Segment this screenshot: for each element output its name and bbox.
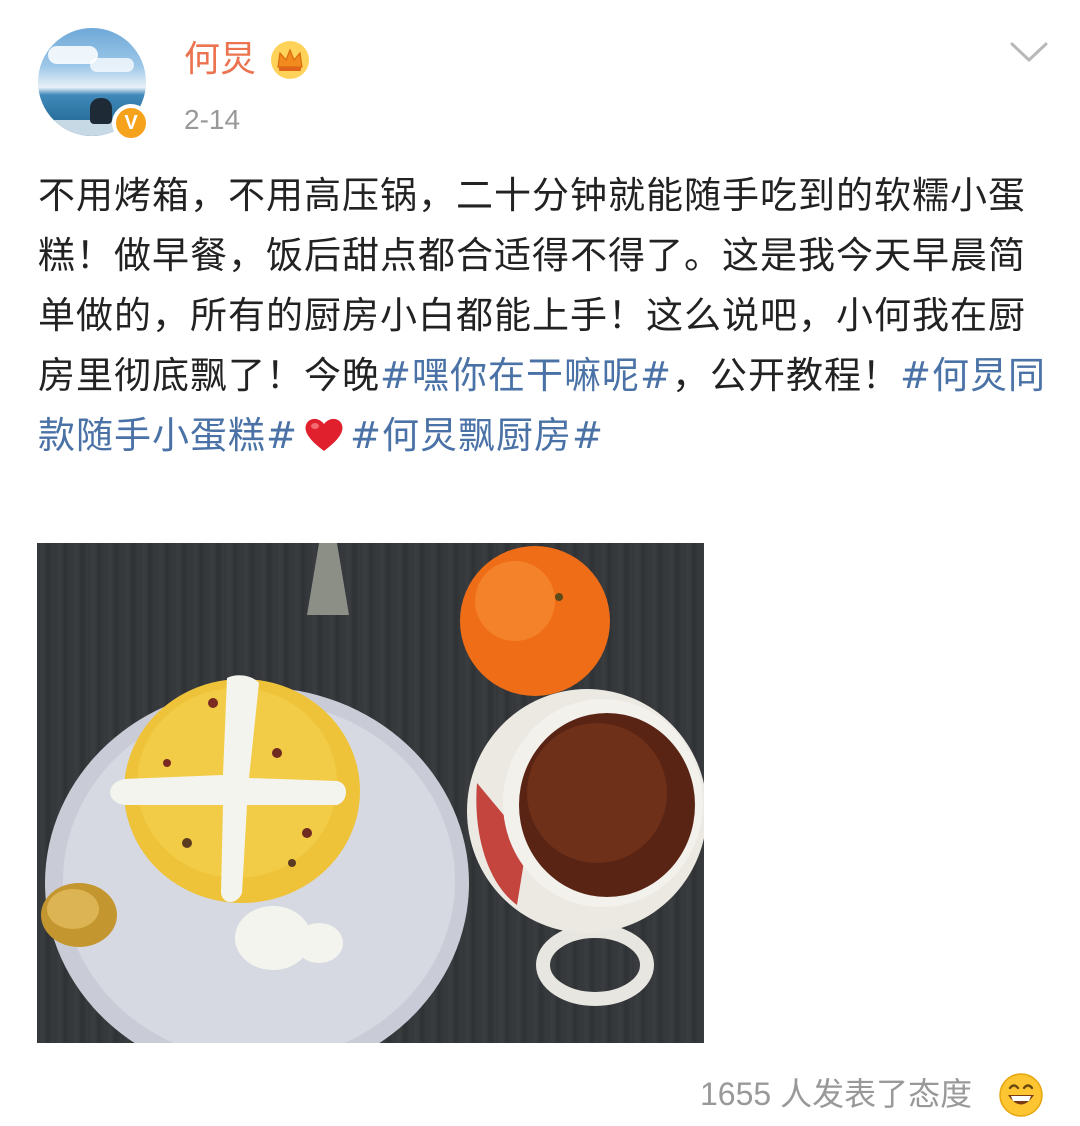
- hashtag-link[interactable]: #嘿你在干嘛呢#: [380, 354, 672, 397]
- heart-icon: [305, 418, 343, 451]
- reactions-count[interactable]: 1655 人发表了态度: [700, 1072, 972, 1116]
- smile-emoji-icon[interactable]: [998, 1072, 1044, 1118]
- post-date: 2-14: [184, 104, 241, 135]
- crown-icon: [271, 41, 309, 79]
- photo-illustration: [41, 543, 704, 1043]
- chevron-down-icon[interactable]: [1008, 38, 1050, 68]
- photo-stand: [307, 543, 349, 615]
- photo-mug-handle: [536, 924, 654, 1006]
- verified-badge-icon: V: [112, 104, 150, 142]
- avatar-cloud: [90, 58, 134, 72]
- post-header: V 何炅 2-14: [0, 0, 1080, 150]
- post-photo[interactable]: [37, 543, 704, 1043]
- post-body-text: ，公开教程！: [672, 354, 901, 397]
- avatar-person: [90, 98, 112, 124]
- post-text: 不用烤箱，不用高压锅，二十分钟就能随手吃到的软糯小蛋糕！做早餐，饭后甜点都合适得…: [38, 166, 1048, 466]
- username[interactable]: 何炅: [184, 38, 256, 82]
- hashtag-link[interactable]: #何炅飘厨房#: [350, 414, 604, 457]
